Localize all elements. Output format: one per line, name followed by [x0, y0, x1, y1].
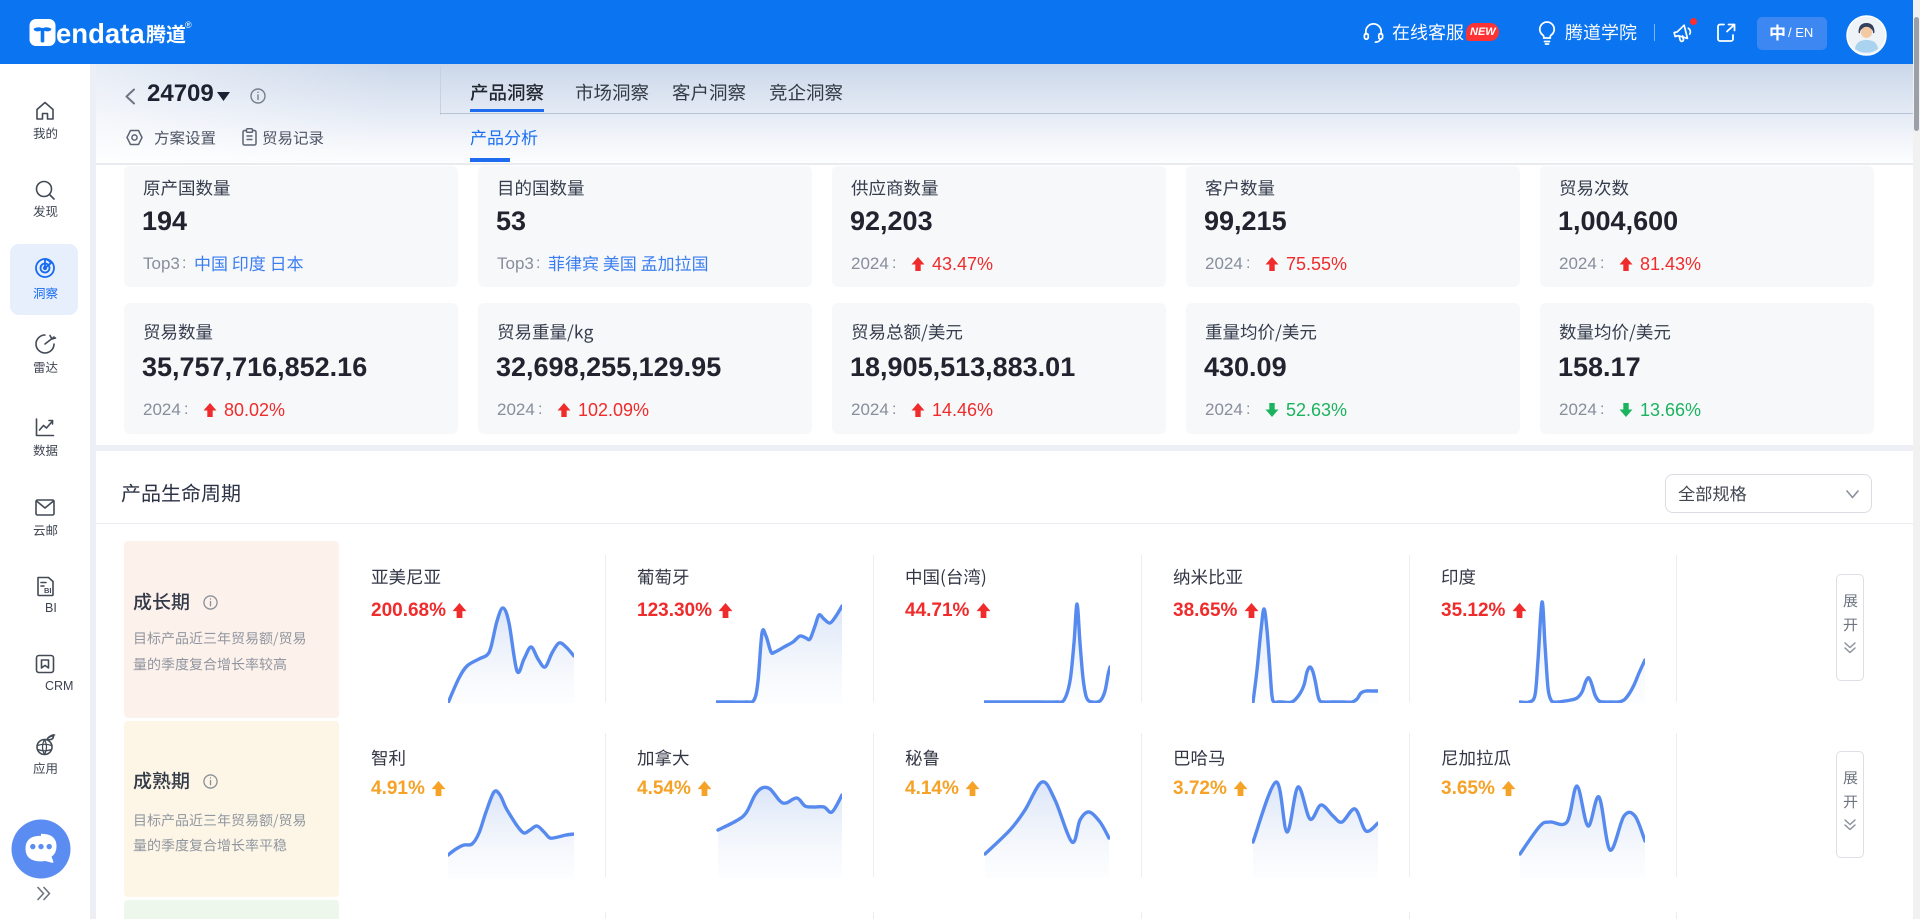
svg-text:BI: BI [44, 586, 52, 595]
